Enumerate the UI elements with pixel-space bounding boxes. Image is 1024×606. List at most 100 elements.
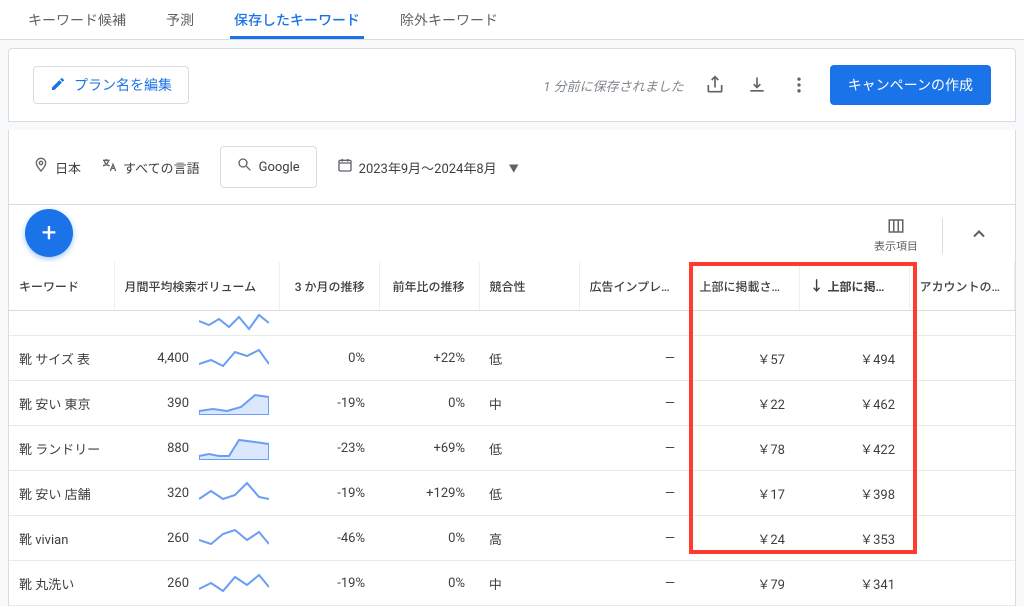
cell-volume: 320 (114, 471, 279, 516)
tab-saved-keywords[interactable]: 保存したキーワード (230, 0, 364, 39)
location-value: 日本 (55, 158, 81, 177)
language-filter[interactable]: すべての言語 (101, 157, 200, 177)
tab-negative-keywords[interactable]: 除外キーワード (396, 0, 502, 39)
plus-icon: + (42, 218, 57, 248)
cell-volume: 260 (114, 516, 279, 561)
cell-top-low: ￥78 (689, 426, 799, 471)
sparkline (199, 526, 269, 550)
col-top-high-label: 上部に掲載さ (828, 280, 900, 294)
cell-top-high: ￥462 (799, 381, 909, 426)
table-toolbar: + 表示項目 (8, 204, 1016, 262)
location-filter[interactable]: 日本 (33, 157, 81, 177)
cell-three-month: -19% (279, 561, 379, 606)
cell-impressions: — (579, 561, 689, 606)
cell-impressions: — (579, 336, 689, 381)
col-account[interactable]: アカウントのステータス (909, 262, 1015, 311)
download-icon[interactable] (746, 74, 768, 96)
cell-top-low: ￥57 (689, 336, 799, 381)
cell-account (909, 561, 1015, 606)
saved-status-text: 1 分前に保存されました (543, 76, 683, 95)
table-row[interactable]: 靴 vivian260-46%0%高—￥24￥353 (9, 516, 1015, 561)
date-range-value: 2023年9月～2024年8月 (359, 158, 497, 177)
cell-top-low: ￥24 (689, 516, 799, 561)
pencil-icon (50, 76, 66, 95)
divider (942, 218, 943, 254)
cell-keyword: 靴 安い 店舗 (9, 471, 114, 516)
toolbar: プラン名を編集 1 分前に保存されました キャンペーンの作成 (8, 48, 1016, 122)
cell-account (909, 426, 1015, 471)
share-icon[interactable] (704, 74, 726, 96)
cell-keyword: 靴 丸洗い (9, 561, 114, 606)
cell-top-high: ￥353 (799, 516, 909, 561)
tab-forecast[interactable]: 予測 (162, 0, 198, 39)
col-top-low[interactable]: 上部に掲載された (689, 262, 799, 311)
col-three-month[interactable]: 3 か月の推移 (279, 262, 379, 311)
col-volume[interactable]: 月間平均検索ボリューム (114, 262, 279, 311)
tab-keyword-ideas[interactable]: キーワード候補 (24, 0, 130, 39)
date-range-filter[interactable]: 2023年9月～2024年8月 ▼ (337, 157, 519, 177)
cell-account (909, 381, 1015, 426)
cell-competition: 低 (479, 336, 579, 381)
cell-competition: 中 (479, 561, 579, 606)
cell-keyword: 靴 サイズ 表 (9, 336, 114, 381)
create-campaign-button[interactable]: キャンペーンの作成 (830, 65, 991, 105)
cell-account (909, 336, 1015, 381)
dropdown-icon: ▼ (509, 160, 519, 175)
cell-competition: 低 (479, 426, 579, 471)
cell-three-month: -19% (279, 381, 379, 426)
cell-yoy: +129% (379, 471, 479, 516)
network-filter[interactable]: Google (220, 146, 317, 188)
cell-competition: 低 (479, 471, 579, 516)
cell-volume: 880 (114, 426, 279, 471)
cell-impressions: — (579, 426, 689, 471)
col-yoy[interactable]: 前年比の推移 (379, 262, 479, 311)
chevron-up-icon (969, 224, 989, 248)
cell-top-low: ￥79 (689, 561, 799, 606)
col-top-high[interactable]: ↓ 上部に掲載さ (799, 262, 909, 311)
columns-toggle[interactable]: 表示項目 (874, 217, 918, 254)
sort-down-icon: ↓ (810, 279, 824, 295)
location-icon (33, 157, 49, 177)
cell-keyword: 靴 ランドリー (9, 426, 114, 471)
tabs-row: キーワード候補 予測 保存したキーワード 除外キーワード (0, 0, 1024, 40)
cell-keyword: 靴 vivian (9, 516, 114, 561)
more-icon[interactable] (788, 74, 810, 96)
sparkline (199, 346, 269, 370)
cell-account (909, 516, 1015, 561)
cell-top-high: ￥398 (799, 471, 909, 516)
table-row[interactable]: 靴 サイズ 表4,4000%+22%低—￥57￥494 (9, 336, 1015, 381)
col-competition[interactable]: 競合性 (479, 262, 579, 311)
edit-plan-button[interactable]: プラン名を編集 (33, 66, 189, 104)
keywords-table-wrap: キーワード 月間平均検索ボリューム 3 か月の推移 前年比の推移 競合性 広告イ… (8, 262, 1016, 606)
cell-yoy: 0% (379, 381, 479, 426)
language-value: すべての言語 (123, 158, 200, 177)
cell-volume: 390 (114, 381, 279, 426)
table-row[interactable]: 靴 ランドリー880-23%+69%低—￥78￥422 (9, 426, 1015, 471)
cell-three-month: -46% (279, 516, 379, 561)
cell-keyword: 靴 安い 東京 (9, 381, 114, 426)
col-keyword[interactable]: キーワード (9, 262, 114, 311)
collapse-button[interactable] (967, 224, 991, 248)
sparkline (199, 481, 269, 505)
columns-label: 表示項目 (874, 238, 918, 254)
table-row[interactable]: 靴 丸洗い260-19%0%中—￥79￥341 (9, 561, 1015, 606)
cell-top-high: ￥494 (799, 336, 909, 381)
table-row[interactable]: 靴 安い 店舗320-19%+129%低—￥17￥398 (9, 471, 1015, 516)
cell-three-month: -23% (279, 426, 379, 471)
cell-account (909, 471, 1015, 516)
cell-yoy: 0% (379, 516, 479, 561)
cell-yoy: +22% (379, 336, 479, 381)
cell-competition: 高 (479, 516, 579, 561)
network-value: Google (259, 160, 300, 175)
cell-top-low: ￥17 (689, 471, 799, 516)
col-impressions[interactable]: 広告インプレッション (579, 262, 689, 311)
add-keyword-button[interactable]: + (25, 209, 73, 257)
sparkline (199, 571, 269, 595)
sparkline (199, 311, 269, 335)
search-partners-icon (237, 157, 253, 177)
keywords-table: キーワード 月間平均検索ボリューム 3 か月の推移 前年比の推移 競合性 広告イ… (9, 262, 1015, 606)
language-icon (101, 157, 117, 177)
calendar-icon (337, 157, 353, 177)
table-row[interactable]: 靴 安い 東京390-19%0%中—￥22￥462 (9, 381, 1015, 426)
table-row-partial (9, 311, 1015, 336)
